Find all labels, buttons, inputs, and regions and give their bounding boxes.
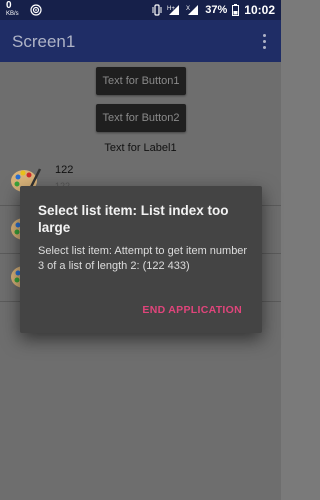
- error-dialog: Select list item: List index too large S…: [20, 186, 262, 333]
- dialog-message: Select list item: Attempt to get item nu…: [38, 245, 248, 272]
- dialog-title: Select list item: List index too large: [38, 203, 229, 235]
- end-application-button[interactable]: END APPLICATION: [142, 304, 242, 316]
